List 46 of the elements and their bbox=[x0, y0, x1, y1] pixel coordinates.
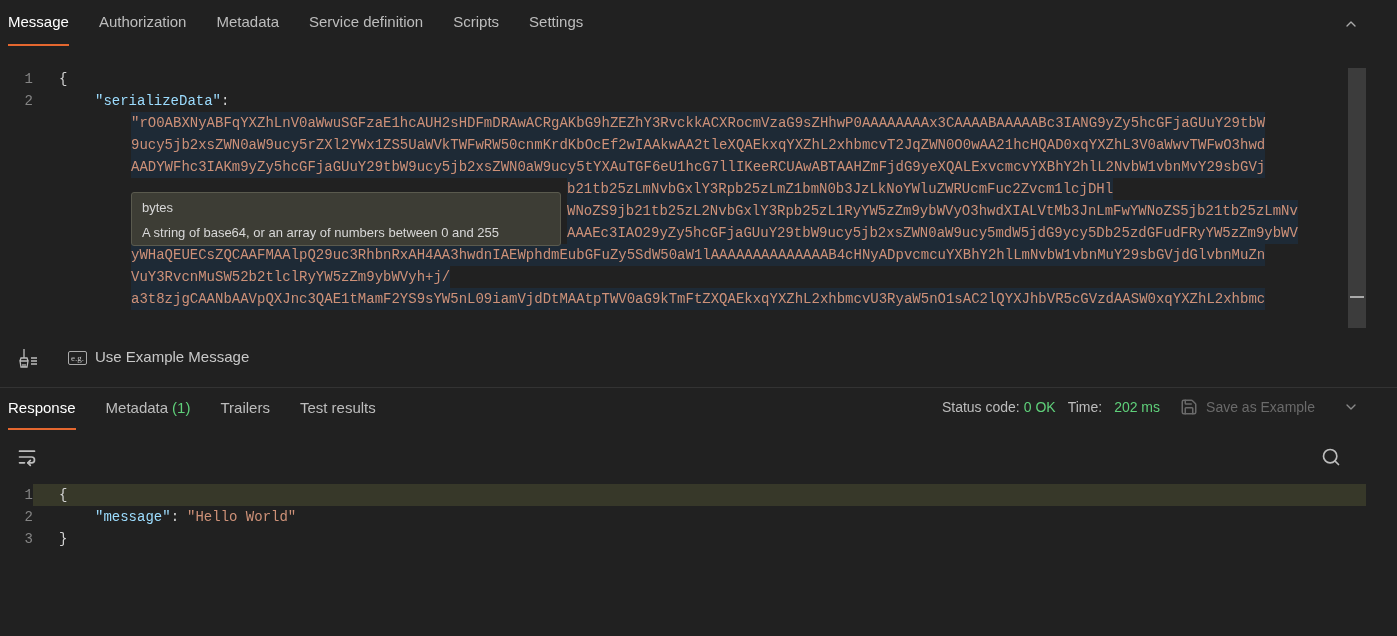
tab[interactable]: Trailers bbox=[220, 388, 270, 430]
line-number: 1 bbox=[23, 69, 33, 89]
string-value: yWHaQEUECsZQCAAFMAAlpQ29uc3RhbnRxAH4AA3hwdnIAEWphdmEubGFuZy5SdW50aW1lAAAAAAAAAAAAAAB4cHNyADpvcmcuYXBhY2hlLmNvbW1vbnMuY29sbGVjdGlvbnMuZn bbox=[131, 244, 1266, 266]
tab[interactable]: Scripts bbox=[453, 0, 500, 46]
status-value: 0 OK bbox=[1023, 397, 1056, 417]
string-value: AADYWFhc3IAKm9yZy5hcGFjaGUuY29tbW9ucy5jb2xsZWN0aW9ucy5tYXAuTGF6eU1hcG7llIKeeRCUAwABTAAHZmFjdG9yeXQALExvcmcvYXBhY2hlL2NvbW1vbnMvY29sbGVj bbox=[131, 156, 1266, 178]
line-number: 2 bbox=[23, 91, 33, 111]
beautify-icon[interactable] bbox=[18, 347, 40, 368]
tab[interactable]: Test results bbox=[299, 388, 376, 430]
line-number: 1 bbox=[23, 485, 33, 505]
line-number: 2 bbox=[23, 507, 33, 527]
tab[interactable]: Service definition bbox=[309, 0, 424, 46]
string-value: "Hello World" bbox=[187, 507, 297, 527]
string-value: WNoZS9jb21tb25zL2NvbGxlY3Rpb25zL1RyYW5zZm9ybWVyO3hwdXIALVtMb3JnLmFwYWNoZS5jb21tb25zLmNv bbox=[567, 200, 1298, 222]
string-value: a3t8zjgCAANbAAVpQXJnc3QAE1tMamF2YS9sYW5nL09iamVjdDtMAAtpTWV0aG9kTmFtZXQAEkxqYXZhL2xhbmcvU3RyaW5nO1sAC2lQYXJhbVR5cGVzdAASW0xqYXZhL2xhbmc bbox=[131, 288, 1266, 310]
tooltip-title: bytes bbox=[142, 199, 175, 217]
string-value: "rO0ABXNyABFqYXZhLnV0aWwuSGFzaE1hcAUH2sHDFmDRAwACRgAKbG9hZEZhY3RvckkACXRocmVzaG9sZHhwP0AAAAAAAAx3CAAAABAAAAABc3IANG9yZy5hcGFjaGUuY29tbW bbox=[131, 112, 1266, 134]
code-brace: } bbox=[59, 529, 68, 549]
line-number: 3 bbox=[23, 529, 33, 549]
example-badge: e.g. bbox=[68, 350, 87, 365]
string-value: b21tb25zLmNvbGxlY3Rpb25zLmZ1bmN0b3JzLkNoYWluZWRUcmFuc2Zvcm1lcjDHl bbox=[567, 178, 1114, 200]
tab[interactable]: Message bbox=[8, 0, 69, 46]
tab[interactable]: Authorization bbox=[98, 0, 187, 46]
tab[interactable]: Metadata (1) bbox=[105, 388, 191, 430]
time-value: 202 ms bbox=[1114, 397, 1161, 417]
colon: : bbox=[170, 507, 180, 527]
string-value: 9ucy5jb2xsZWN0aW9ucy5rZXl2YWx1ZS5UaWVkTWFwRW50cnmKrdKbOcEf2wIAAkwAA2tleXQAEkxqYXZhL2xhbmcvT2JqZWN0O0wAA21hcHQAD0xqYXZhL3V0aWwvTWFwO3hwd bbox=[131, 134, 1266, 156]
colon: : bbox=[221, 91, 230, 111]
scrollbar[interactable] bbox=[1348, 68, 1366, 328]
wrap-icon[interactable] bbox=[17, 447, 37, 467]
tab[interactable]: Response bbox=[8, 388, 76, 430]
tab-count: (1) bbox=[172, 397, 191, 418]
save-icon bbox=[1180, 398, 1199, 416]
tab[interactable]: Metadata bbox=[216, 0, 279, 46]
example-button[interactable]: e.g. Use Example Message bbox=[68, 346, 250, 369]
tooltip-description: A string of base64, or an array of numbers between 0 and 255 bbox=[142, 223, 500, 242]
json-key: "message" bbox=[95, 506, 171, 528]
search-icon[interactable] bbox=[1321, 447, 1341, 467]
tab[interactable]: Settings bbox=[529, 0, 584, 46]
string-value: AAAEc3IAO29yZy5hcGFjaGUuY29tbW9ucy5jb2xsZWN0aW9ucy5mdW5jdG9ycy5Db25zdGFudFRyYW5zZm9ybWV bbox=[567, 222, 1298, 244]
code-brace: { bbox=[59, 485, 68, 505]
string-value: VuY3RvcnMuSW52b2tlclRyYW5zZm9ybWVyh+j/ bbox=[131, 266, 451, 288]
json-key: "serializeData" bbox=[95, 90, 222, 112]
time-label: Time: bbox=[1067, 397, 1103, 417]
status-label: Status code: bbox=[941, 397, 1020, 417]
code-brace: { bbox=[59, 69, 68, 89]
